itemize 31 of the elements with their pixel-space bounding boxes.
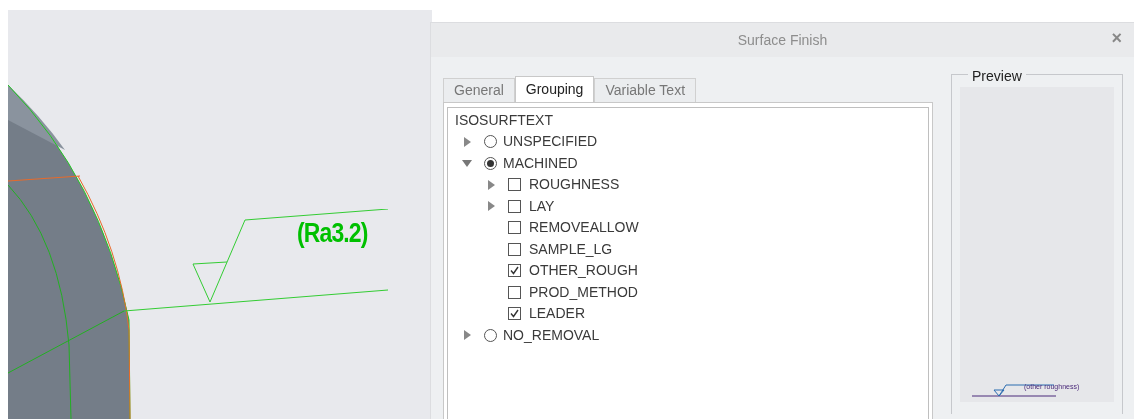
- checkbox[interactable]: [508, 199, 521, 213]
- expand-arrow-icon[interactable]: [486, 201, 496, 212]
- tab[interactable]: General: [443, 78, 515, 102]
- collapse-arrow-icon[interactable]: [462, 158, 472, 169]
- roughness-annotation: (Ra3.2): [297, 220, 368, 247]
- tree-item-label[interactable]: ROUGHNESS: [529, 174, 620, 196]
- tree-root-label[interactable]: ISOSURFTEXT: [455, 110, 553, 131]
- tab[interactable]: Grouping: [514, 76, 595, 102]
- radio-button[interactable]: [484, 135, 497, 149]
- checkbox[interactable]: [508, 221, 521, 235]
- tree-item-label[interactable]: REMOVEALLOW: [529, 217, 639, 239]
- checkbox[interactable]: [508, 307, 521, 321]
- expand-arrow-icon[interactable]: [486, 179, 496, 190]
- checkbox[interactable]: [508, 242, 521, 256]
- tab[interactable]: Variable Text: [594, 78, 697, 102]
- checkbox[interactable]: [508, 178, 521, 192]
- radio-button[interactable]: [484, 328, 497, 342]
- expand-arrow-icon[interactable]: [462, 136, 472, 147]
- tree-item-label[interactable]: NO_REMOVAL: [503, 324, 600, 346]
- checkbox[interactable]: [508, 264, 521, 278]
- expand-arrow-icon[interactable]: [462, 330, 472, 341]
- checkbox[interactable]: [508, 285, 521, 299]
- tree-item-label[interactable]: MACHINED: [503, 152, 578, 174]
- radio-button[interactable]: [484, 156, 497, 170]
- tree-item-label[interactable]: SAMPLE_LG: [529, 238, 613, 260]
- tree-item-label[interactable]: PROD_METHOD: [529, 281, 638, 303]
- tree-item-label[interactable]: LEADER: [529, 303, 586, 325]
- tree-item-label[interactable]: UNSPECIFIED: [503, 131, 598, 153]
- tree-item-label[interactable]: OTHER_ROUGH: [529, 260, 638, 282]
- tree-item-label[interactable]: LAY: [529, 195, 555, 217]
- dialog-title: Surface Finish: [737, 30, 828, 50]
